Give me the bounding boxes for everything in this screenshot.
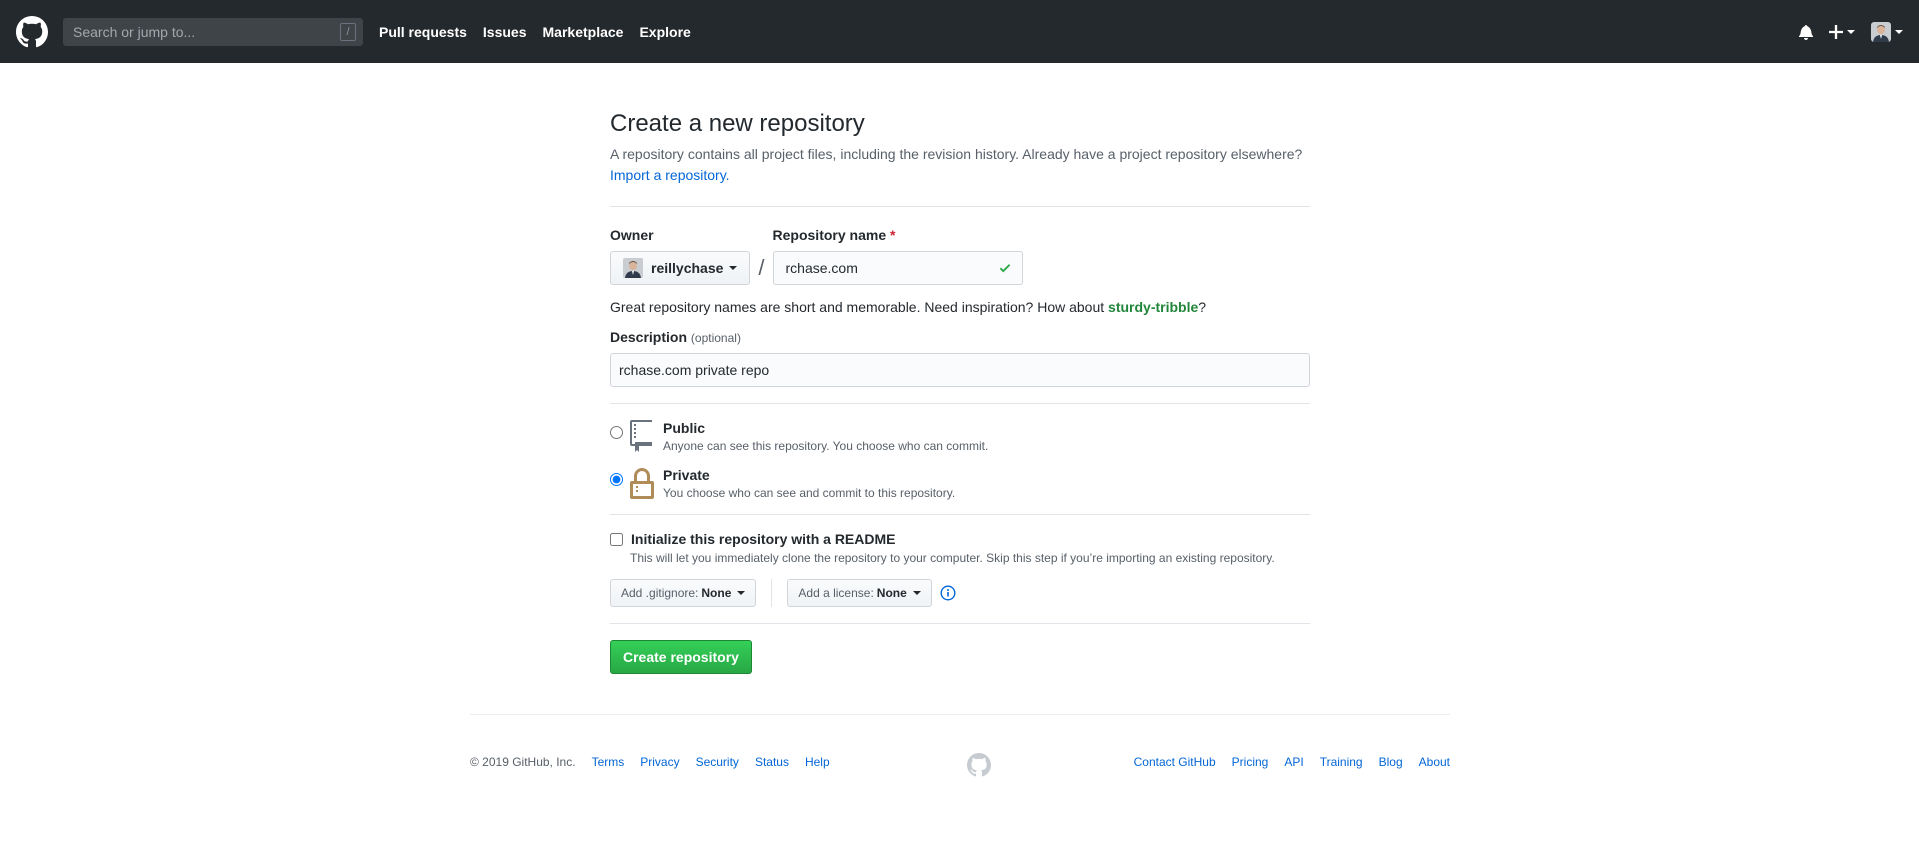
check-icon <box>999 264 1010 273</box>
footer-link-help[interactable]: Help <box>805 755 830 769</box>
owner-avatar <box>623 258 643 278</box>
footer-link-privacy[interactable]: Privacy <box>640 755 679 769</box>
owner-label: Owner <box>610 227 654 243</box>
caret-down-icon <box>1895 29 1903 34</box>
header-actions <box>1783 21 1903 42</box>
caret-down-icon <box>912 591 921 595</box>
repo-name-label: Repository name * <box>773 227 1023 243</box>
footer-link-about[interactable]: About <box>1419 755 1450 769</box>
import-repository-link[interactable]: Import a repository. <box>610 167 730 183</box>
footer-link-api[interactable]: API <box>1284 755 1303 769</box>
required-marker: * <box>890 227 896 243</box>
lock-icon <box>630 468 654 499</box>
search-box: / <box>63 17 363 46</box>
public-title: Public <box>663 420 706 436</box>
visibility-public-option: Public Anyone can see this repository. Y… <box>610 420 1310 453</box>
caret-down-icon <box>1847 29 1855 34</box>
visibility-private-option: Private You choose who can see and commi… <box>610 467 1310 500</box>
footer-link-training[interactable]: Training <box>1320 755 1363 769</box>
repo-name-group: Repository name * <box>772 227 1023 285</box>
readme-option: Initialize this repository with a README <box>610 531 1310 547</box>
gitignore-select[interactable]: Add .gitignore: None <box>610 579 757 607</box>
repo-book-icon <box>630 420 652 452</box>
repo-name-hint: Great repository names are short and mem… <box>610 299 1310 315</box>
repo-name-label-text: Repository name <box>772 227 887 243</box>
repo-name-input[interactable] <box>783 259 998 277</box>
public-note: Anyone can see this repository. You choo… <box>663 439 989 453</box>
readme-note: This will let you immediately clone the … <box>630 551 1275 565</box>
template-select-row: Add .gitignore: None Add a license: None <box>610 579 1310 607</box>
subtitle-text: A repository contains all project files,… <box>610 146 1303 162</box>
public-radio[interactable] <box>610 426 623 439</box>
public-option-text: Public Anyone can see this repository. Y… <box>663 420 988 453</box>
search-shortcut-hint: / <box>340 22 356 41</box>
private-title: Private <box>663 467 710 483</box>
hint-text: Great repository names are short and mem… <box>610 299 1109 315</box>
divider <box>610 206 1310 207</box>
owner-group: Owner reillychase <box>610 227 751 285</box>
gitignore-value: None <box>701 586 732 600</box>
avatar <box>1871 21 1891 42</box>
owner-repo-separator: / <box>758 255 765 280</box>
create-new-button[interactable] <box>1829 24 1855 39</box>
search-input[interactable] <box>71 22 355 41</box>
nav-pull-requests[interactable]: Pull requests <box>379 24 467 40</box>
private-option-text: Private You choose who can see and commi… <box>663 467 955 500</box>
info-icon[interactable] <box>940 585 956 601</box>
copyright: © 2019 GitHub, Inc. <box>470 755 576 769</box>
footer-link-terms[interactable]: Terms <box>592 755 625 769</box>
private-radio[interactable] <box>610 473 623 486</box>
new-repo-form-container: Create a new repository A repository con… <box>610 63 1310 674</box>
footer-right: Contact GitHub Pricing API Training Blog… <box>1118 755 1450 769</box>
page-subtitle: A repository contains all project files,… <box>610 144 1310 186</box>
private-note: You choose who can see and commit to thi… <box>663 486 956 500</box>
hint-suffix: ? <box>1198 299 1207 315</box>
divider <box>610 514 1310 515</box>
main-nav: Pull requests Issues Marketplace Explore <box>379 24 707 40</box>
owner-select[interactable]: reillychase <box>610 251 751 285</box>
footer-link-pricing[interactable]: Pricing <box>1232 755 1269 769</box>
license-select[interactable]: Add a license: None <box>787 579 932 607</box>
github-logo-icon[interactable] <box>16 15 48 48</box>
user-menu-button[interactable] <box>1871 21 1903 42</box>
description-label-text: Description <box>610 329 688 345</box>
owner-repo-row: Owner reillychase / Repository name * <box>610 227 1310 285</box>
readme-checkbox[interactable] <box>610 532 623 546</box>
nav-issues[interactable]: Issues <box>483 24 527 40</box>
caret-down-icon <box>729 266 738 270</box>
caret-down-icon <box>737 591 746 595</box>
divider <box>610 623 1310 624</box>
footer-link-blog[interactable]: Blog <box>1379 755 1403 769</box>
nav-explore[interactable]: Explore <box>639 24 690 40</box>
footer-link-security[interactable]: Security <box>696 755 739 769</box>
license-label: Add a license: <box>798 586 874 600</box>
footer: © 2019 GitHub, Inc. Terms Privacy Securi… <box>470 714 1450 777</box>
gitignore-label: Add .gitignore: <box>621 586 699 600</box>
page-title: Create a new repository <box>610 110 865 137</box>
optional-note: (optional) <box>690 331 741 345</box>
license-value: None <box>876 586 907 600</box>
create-repository-button[interactable]: Create repository <box>610 640 752 674</box>
readme-label: Initialize this repository with a README <box>631 531 896 547</box>
nav-marketplace[interactable]: Marketplace <box>543 24 624 40</box>
github-mark-icon[interactable] <box>967 753 991 780</box>
footer-link-contact[interactable]: Contact GitHub <box>1134 755 1216 769</box>
divider <box>610 403 1310 404</box>
plus-icon <box>1829 24 1843 39</box>
description-group: Description (optional) <box>610 329 1310 387</box>
footer-left: © 2019 GitHub, Inc. Terms Privacy Securi… <box>470 755 846 769</box>
bell-icon <box>1799 24 1813 40</box>
top-header: / Pull requests Issues Marketplace Explo… <box>0 0 1919 63</box>
vertical-divider <box>771 579 773 607</box>
description-label: Description (optional) <box>610 329 1310 345</box>
notifications-button[interactable] <box>1799 24 1813 40</box>
footer-link-status[interactable]: Status <box>755 755 789 769</box>
description-input[interactable] <box>610 353 1310 387</box>
owner-name: reillychase <box>651 260 724 276</box>
name-suggestion-link[interactable]: sturdy-tribble <box>1108 299 1198 315</box>
repo-name-field <box>772 251 1023 285</box>
